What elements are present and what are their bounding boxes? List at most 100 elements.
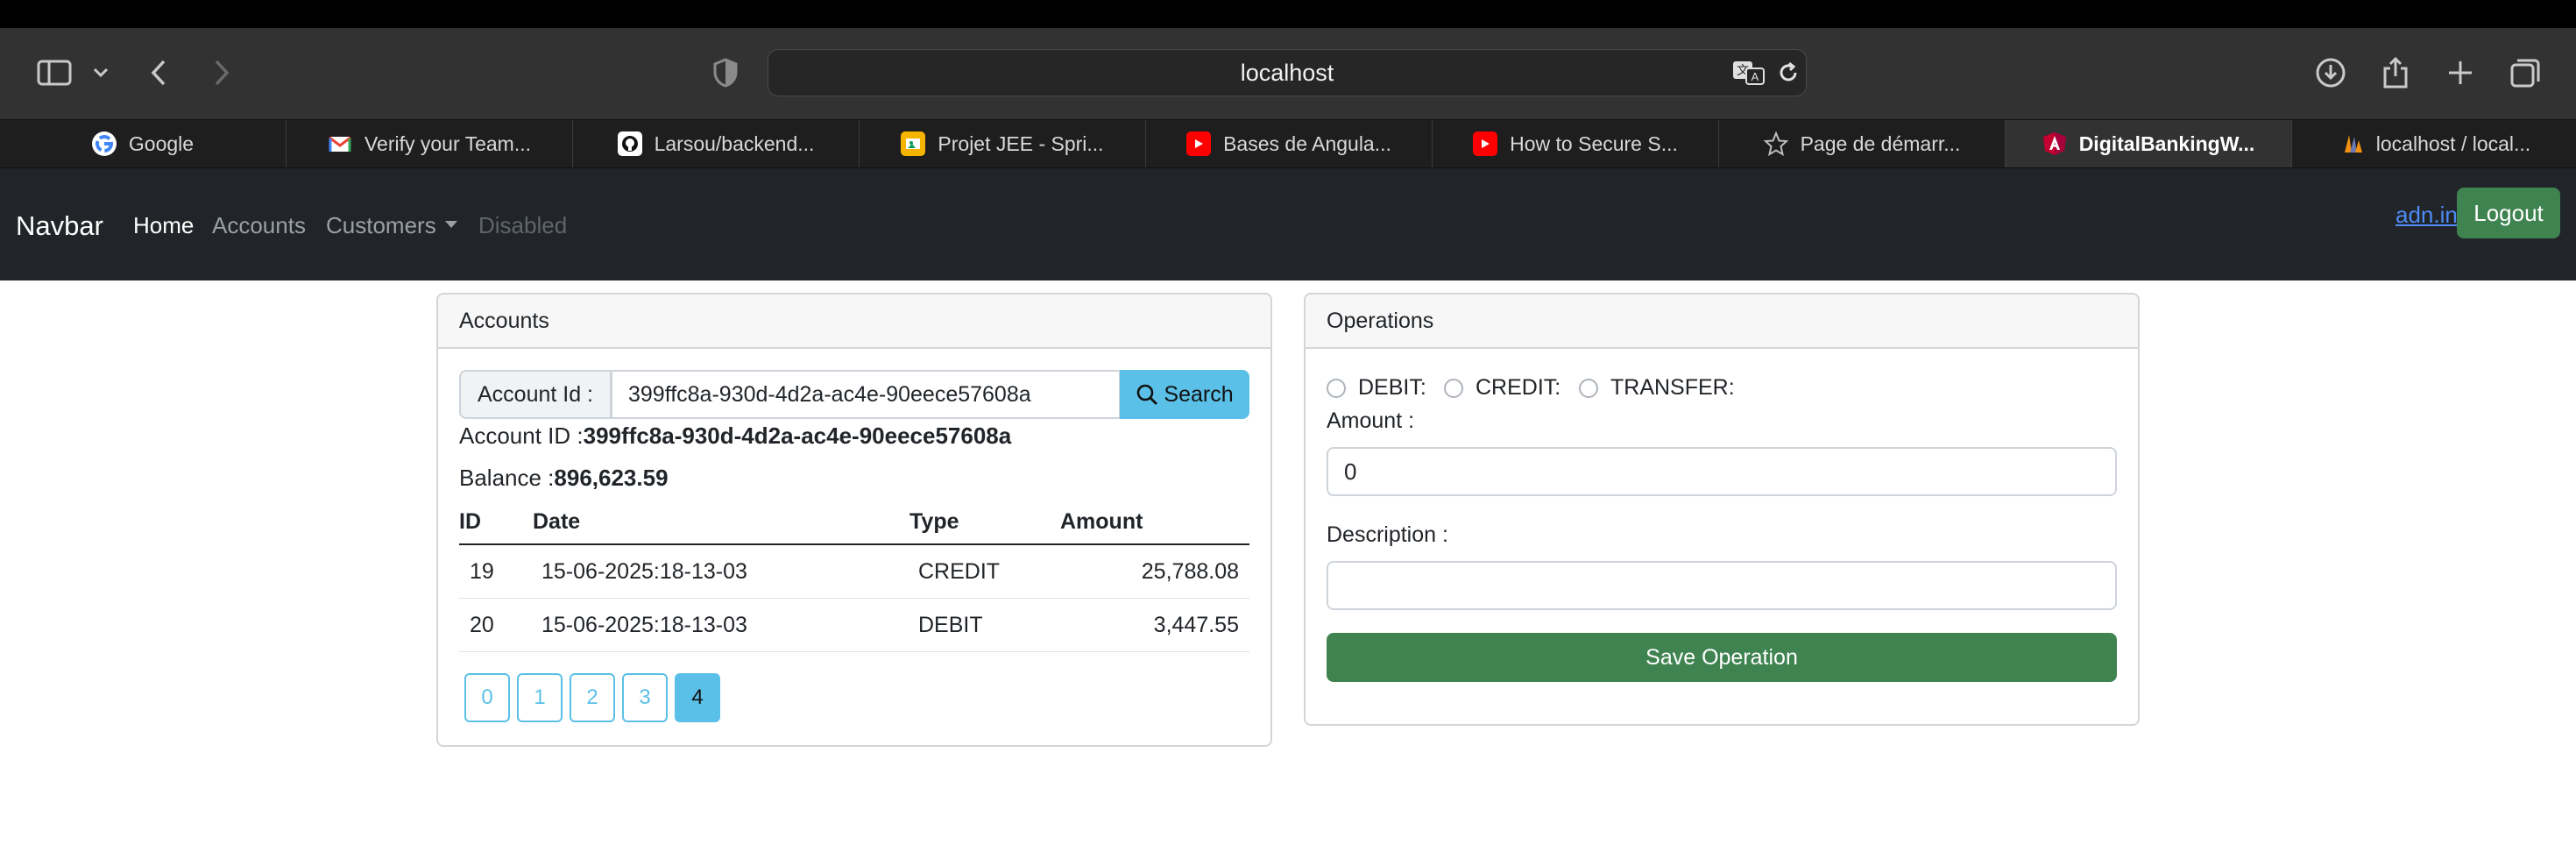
radio-debit[interactable]: DEBIT: bbox=[1327, 375, 1426, 401]
navbar-brand[interactable]: Navbar bbox=[16, 210, 103, 242]
nav-accounts[interactable]: Accounts bbox=[212, 212, 306, 239]
github-icon bbox=[617, 131, 642, 156]
tab-label: Larsou/backend... bbox=[654, 131, 815, 155]
account-id-label: Account Id : bbox=[459, 370, 612, 419]
pagination: 0 1 2 3 4 bbox=[464, 673, 727, 722]
nav-customers-label: Customers bbox=[326, 212, 436, 238]
star-icon bbox=[1763, 131, 1788, 156]
tab-label: Google bbox=[128, 131, 195, 155]
balance-label: Balance : bbox=[459, 465, 555, 491]
tab-bases-angular[interactable]: Bases de Angula... bbox=[1146, 120, 1433, 167]
account-id-info-value: 399ffc8a-930d-4d2a-ac4e-90eece57608a bbox=[583, 422, 1012, 449]
tab-overview-icon[interactable] bbox=[2508, 51, 2543, 95]
user-link[interactable]: adn.in bbox=[2396, 202, 2458, 229]
tab-bar: Google Verify your Team... Larsou/backen… bbox=[0, 119, 2576, 168]
page-button-0[interactable]: 0 bbox=[464, 673, 510, 722]
table-header-row: ID Date Type Amount bbox=[459, 500, 1249, 545]
column-header: Amount bbox=[1060, 500, 1249, 545]
chevron-down-icon[interactable] bbox=[91, 51, 110, 95]
amount-label: Amount : bbox=[1327, 408, 1415, 433]
gmail-icon bbox=[328, 131, 352, 156]
slides-icon bbox=[901, 131, 926, 156]
tab-label: Bases de Angula... bbox=[1223, 131, 1391, 155]
cell-amount: 3,447.55 bbox=[1060, 598, 1249, 652]
description-input[interactable] bbox=[1327, 561, 2117, 610]
balance-value: 896,623.59 bbox=[554, 465, 669, 491]
search-button[interactable]: Search bbox=[1120, 370, 1249, 419]
share-icon[interactable] bbox=[2380, 51, 2411, 95]
radio-transfer[interactable]: TRANSFER: bbox=[1579, 375, 1735, 401]
cell-amount: 25,788.08 bbox=[1060, 544, 1249, 599]
amount-input[interactable]: 0 bbox=[1327, 447, 2117, 496]
tab-label: localhost / local... bbox=[2375, 131, 2531, 155]
logout-button[interactable]: Logout bbox=[2457, 188, 2560, 238]
page-button-4[interactable]: 4 bbox=[675, 673, 720, 722]
youtube-icon bbox=[1186, 131, 1212, 156]
download-icon[interactable] bbox=[2313, 51, 2348, 95]
tab-digital-banking[interactable]: DigitalBankingW... bbox=[2006, 120, 2292, 167]
back-icon[interactable] bbox=[145, 51, 172, 95]
sidebar-toggle-icon[interactable] bbox=[35, 51, 74, 95]
tab-page-demarrage[interactable]: Page de démarr... bbox=[1719, 120, 2006, 167]
tab-github[interactable]: Larsou/backend... bbox=[573, 120, 860, 167]
tab-label: DigitalBankingW... bbox=[2078, 131, 2255, 155]
table-row: 20 15-06-2025:18-13-03 DEBIT 3,447.55 bbox=[459, 598, 1249, 652]
privacy-shield-icon[interactable] bbox=[710, 51, 741, 95]
column-header: Date bbox=[533, 500, 909, 545]
operations-card-header: Operations bbox=[1306, 295, 2138, 349]
search-icon bbox=[1136, 383, 1158, 406]
screen-top-bar bbox=[0, 0, 2576, 28]
page-button-3[interactable]: 3 bbox=[622, 673, 668, 722]
new-tab-plus-icon[interactable] bbox=[2445, 51, 2476, 95]
google-icon bbox=[91, 131, 117, 156]
radio-credit[interactable]: CREDIT: bbox=[1444, 375, 1560, 401]
address-bar[interactable]: localhost bbox=[768, 49, 1807, 96]
account-id-input[interactable]: 399ffc8a-930d-4d2a-ac4e-90eece57608a bbox=[611, 370, 1121, 419]
cell-id: 19 bbox=[459, 544, 533, 599]
tab-label: Projet JEE - Spri... bbox=[938, 131, 1104, 155]
radio-transfer-label: TRANSFER: bbox=[1610, 375, 1735, 400]
cell-date: 15-06-2025:18-13-03 bbox=[533, 598, 909, 652]
description-label: Description : bbox=[1327, 522, 1448, 547]
accounts-card-header: Accounts bbox=[438, 295, 1270, 349]
account-id-info: Account ID :399ffc8a-930d-4d2a-ac4e-90ee… bbox=[459, 422, 1011, 450]
phpmyadmin-icon bbox=[2339, 131, 2364, 156]
table-row: 19 15-06-2025:18-13-03 CREDIT 25,788.08 bbox=[459, 544, 1249, 599]
tab-label: Page de démarr... bbox=[1800, 131, 1961, 155]
nav-customers-dropdown[interactable]: Customers bbox=[326, 212, 457, 239]
page-button-1[interactable]: 1 bbox=[517, 673, 563, 722]
radio-debit-label: DEBIT: bbox=[1358, 375, 1426, 400]
radio-credit-label: CREDIT: bbox=[1476, 375, 1561, 400]
tab-localhost-phpmyadmin[interactable]: localhost / local... bbox=[2292, 120, 2576, 167]
svg-text:A: A bbox=[1752, 70, 1759, 83]
search-button-label: Search bbox=[1164, 381, 1234, 407]
radio-circle[interactable] bbox=[1444, 378, 1463, 398]
cell-type: CREDIT bbox=[909, 544, 1060, 599]
youtube-icon bbox=[1473, 131, 1498, 156]
reload-icon[interactable] bbox=[1775, 51, 1801, 95]
tab-how-to-secure[interactable]: How to Secure S... bbox=[1433, 120, 1719, 167]
tab-gmail[interactable]: Verify your Team... bbox=[287, 120, 573, 167]
save-operation-button[interactable]: Save Operation bbox=[1327, 633, 2117, 682]
operations-table: ID Date Type Amount 19 15-06-2025:18-13-… bbox=[459, 500, 1249, 652]
cell-id: 20 bbox=[459, 598, 533, 652]
column-header: Type bbox=[909, 500, 1060, 545]
caret-down-icon bbox=[444, 221, 457, 229]
cell-type: DEBIT bbox=[909, 598, 1060, 652]
radio-circle[interactable] bbox=[1579, 378, 1598, 398]
url-text: localhost bbox=[1240, 59, 1334, 86]
tab-label: How to Secure S... bbox=[1510, 131, 1678, 155]
page-button-2[interactable]: 2 bbox=[570, 673, 615, 722]
tab-projet-jee[interactable]: Projet JEE - Spri... bbox=[860, 120, 1146, 167]
tab-label: Verify your Team... bbox=[364, 131, 532, 155]
angular-icon bbox=[2042, 131, 2067, 156]
balance-info: Balance :896,623.59 bbox=[459, 465, 669, 492]
forward-icon[interactable] bbox=[209, 51, 235, 95]
translate-icon[interactable]: 文A bbox=[1731, 51, 1766, 95]
tab-google[interactable]: Google bbox=[0, 120, 287, 167]
cell-date: 15-06-2025:18-13-03 bbox=[533, 544, 909, 599]
radio-circle[interactable] bbox=[1327, 378, 1346, 398]
nav-home[interactable]: Home bbox=[133, 212, 194, 239]
column-header: ID bbox=[459, 500, 533, 545]
nav-disabled: Disabled bbox=[478, 212, 568, 238]
